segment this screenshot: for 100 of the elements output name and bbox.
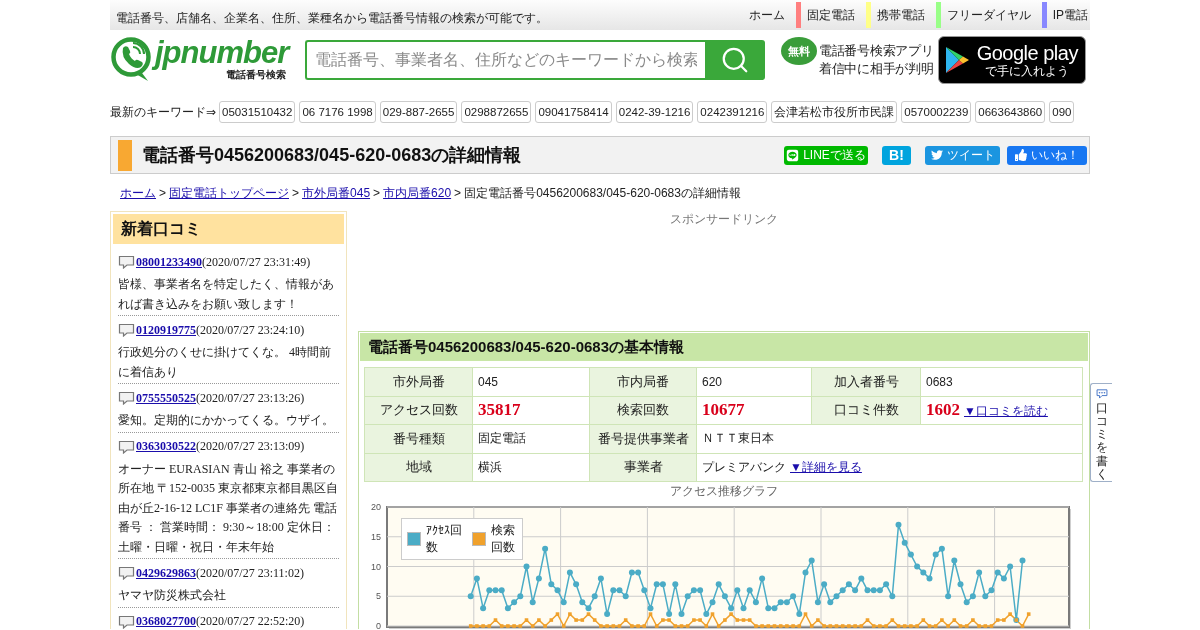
review-number-link[interactable]: 0368027700 xyxy=(136,614,196,629)
bird-icon xyxy=(930,149,943,161)
review-number-link[interactable]: 0363030522 xyxy=(136,439,196,454)
access-point xyxy=(802,569,809,576)
y-axis-label: 20 xyxy=(371,502,381,512)
nav-link[interactable]: 固定電話 xyxy=(800,7,866,23)
review-comment: 行政処分のくせに掛けてくな。 4時間前に着信あり xyxy=(118,344,332,381)
search-point xyxy=(865,618,870,622)
search-point xyxy=(692,618,696,622)
keyword-tag[interactable]: 090 xyxy=(1049,101,1075,123)
search-point xyxy=(816,618,820,622)
access-point xyxy=(703,611,710,618)
access-point xyxy=(734,587,741,594)
keyword-tag[interactable]: 09041758414 xyxy=(535,101,612,123)
sponsor-label: スポンサードリンク xyxy=(669,211,779,227)
free-badge: 無料 xyxy=(781,37,817,65)
breadcrumb-link[interactable]: 市内局番620 xyxy=(383,185,452,201)
search-point xyxy=(636,624,640,628)
keyword-tag[interactable]: 05031510432 xyxy=(219,101,296,123)
search-point xyxy=(704,624,709,628)
review-comment: オーナー EURASIAN 青山 裕之 事業者の所在地 〒152-0035 東京都東京都目黒区自由が丘2-16-12 LC1F 事業者の連絡先 電話番号 ： 営業時間： 9:30～18:00 定休日：土曜・日曜・祝日・年末年始 xyxy=(118,460,339,556)
speech-bubble-icon xyxy=(118,255,135,269)
breadcrumb-separator: > xyxy=(159,185,166,201)
keyword-tag[interactable]: 0663643860 xyxy=(975,101,1046,123)
nav-link[interactable]: 携帯電話 xyxy=(870,7,936,23)
search-point xyxy=(568,612,572,616)
access-point xyxy=(647,605,654,612)
access-point xyxy=(597,575,604,582)
review-comment: 愛知。定期的にかかってくる。ウザイ。 xyxy=(118,412,335,429)
access-point xyxy=(573,581,580,588)
cell-link[interactable]: ▼詳細を見る xyxy=(790,459,862,474)
promo-text: 着信中に相手が判明 xyxy=(819,60,934,78)
store-badge[interactable]: Google play で手に入れよう xyxy=(938,36,1087,84)
search-point xyxy=(822,624,826,628)
table-cell: 地域 xyxy=(364,453,473,482)
breadcrumb-link[interactable]: 固定電話トップページ xyxy=(169,185,289,201)
table-cell: 固定電話 xyxy=(472,424,590,453)
keyword-tag[interactable]: 0298872655 xyxy=(461,101,532,123)
search-point xyxy=(921,618,926,622)
access-point xyxy=(523,563,530,570)
search-point xyxy=(1026,612,1031,616)
legend-label: 検索回数 xyxy=(491,522,516,556)
write-review-tab[interactable]: 口コミを書く xyxy=(1090,383,1112,482)
site-tagline: 電話番号、店舗名、企業名、住所、業種名から電話番号情報の検索が可能です。 xyxy=(115,10,548,26)
access-point xyxy=(759,575,766,582)
search-point xyxy=(537,618,541,622)
access-point xyxy=(808,557,815,564)
breadcrumb-separator: > xyxy=(373,185,381,201)
access-point xyxy=(715,581,722,588)
keyword-tag[interactable]: 会津若松市役所市民課 xyxy=(771,101,898,123)
speech-bubble-icon xyxy=(118,614,135,629)
table-cell: 事業者 xyxy=(589,453,697,482)
access-point xyxy=(529,599,536,606)
search-point xyxy=(797,624,802,628)
search-point xyxy=(518,624,523,628)
table-cell: 0683 xyxy=(920,367,1083,396)
search-point xyxy=(475,624,479,628)
search-point xyxy=(661,618,665,622)
nav-link[interactable]: フリーダイヤル xyxy=(940,7,1042,23)
search-point xyxy=(971,618,975,622)
breadcrumb-link[interactable]: ホーム xyxy=(120,185,156,201)
review-number-link[interactable]: 0755550525 xyxy=(136,390,196,406)
search-point xyxy=(654,624,659,628)
access-point xyxy=(542,545,549,552)
review-time: (2020/07/27 23:31:49) xyxy=(202,254,311,270)
access-point xyxy=(1019,557,1026,564)
keyword-tag[interactable]: 0570002239 xyxy=(901,101,972,123)
table-cell: 35817 xyxy=(472,396,590,425)
keyword-tag[interactable]: 0242391216 xyxy=(697,101,768,123)
promo-text: 電話番号検索アプリ xyxy=(819,42,934,60)
play-triangle-icon xyxy=(944,46,971,74)
table-cell: ＮＴＴ東日本 xyxy=(696,424,1083,453)
breadcrumb-link[interactable]: 市外局番045 xyxy=(302,185,371,201)
search-point xyxy=(580,618,585,622)
search-point xyxy=(530,624,535,628)
breadcrumb-separator: > xyxy=(454,185,462,201)
search-point xyxy=(642,624,647,628)
share-button[interactable]: いいね！ xyxy=(1007,145,1087,165)
cell-link[interactable]: ▼口コミを読む xyxy=(964,404,1048,419)
keyword-tag[interactable]: 06 7176 1998 xyxy=(299,101,376,123)
search-point xyxy=(1020,624,1025,628)
search-point xyxy=(878,624,882,628)
search-point xyxy=(499,624,504,628)
access-point xyxy=(721,593,728,600)
search-point xyxy=(754,624,758,628)
nav-link[interactable]: IP電話 xyxy=(1046,7,1090,23)
search-point xyxy=(543,624,547,628)
keyword-tag[interactable]: 0242-39-1216 xyxy=(615,101,694,123)
review-number-link[interactable]: 08001233490 xyxy=(136,254,202,270)
access-point xyxy=(976,569,983,576)
table-cell: 検索回数 xyxy=(589,396,697,425)
review-number-link[interactable]: 0120919775 xyxy=(136,322,196,338)
search-button[interactable] xyxy=(705,40,765,80)
review-comment: 皆様、事業者名を特定したく、情報があれば書き込みをお願い致します！ xyxy=(118,276,335,313)
review-number-link[interactable]: 0429629863 xyxy=(136,565,196,581)
speech-bubble-icon xyxy=(1094,389,1109,399)
nav-link[interactable]: ホーム xyxy=(748,7,796,23)
keyword-tag[interactable]: 029-887-2655 xyxy=(379,101,458,123)
search-point xyxy=(630,624,634,628)
search-point xyxy=(890,618,895,622)
